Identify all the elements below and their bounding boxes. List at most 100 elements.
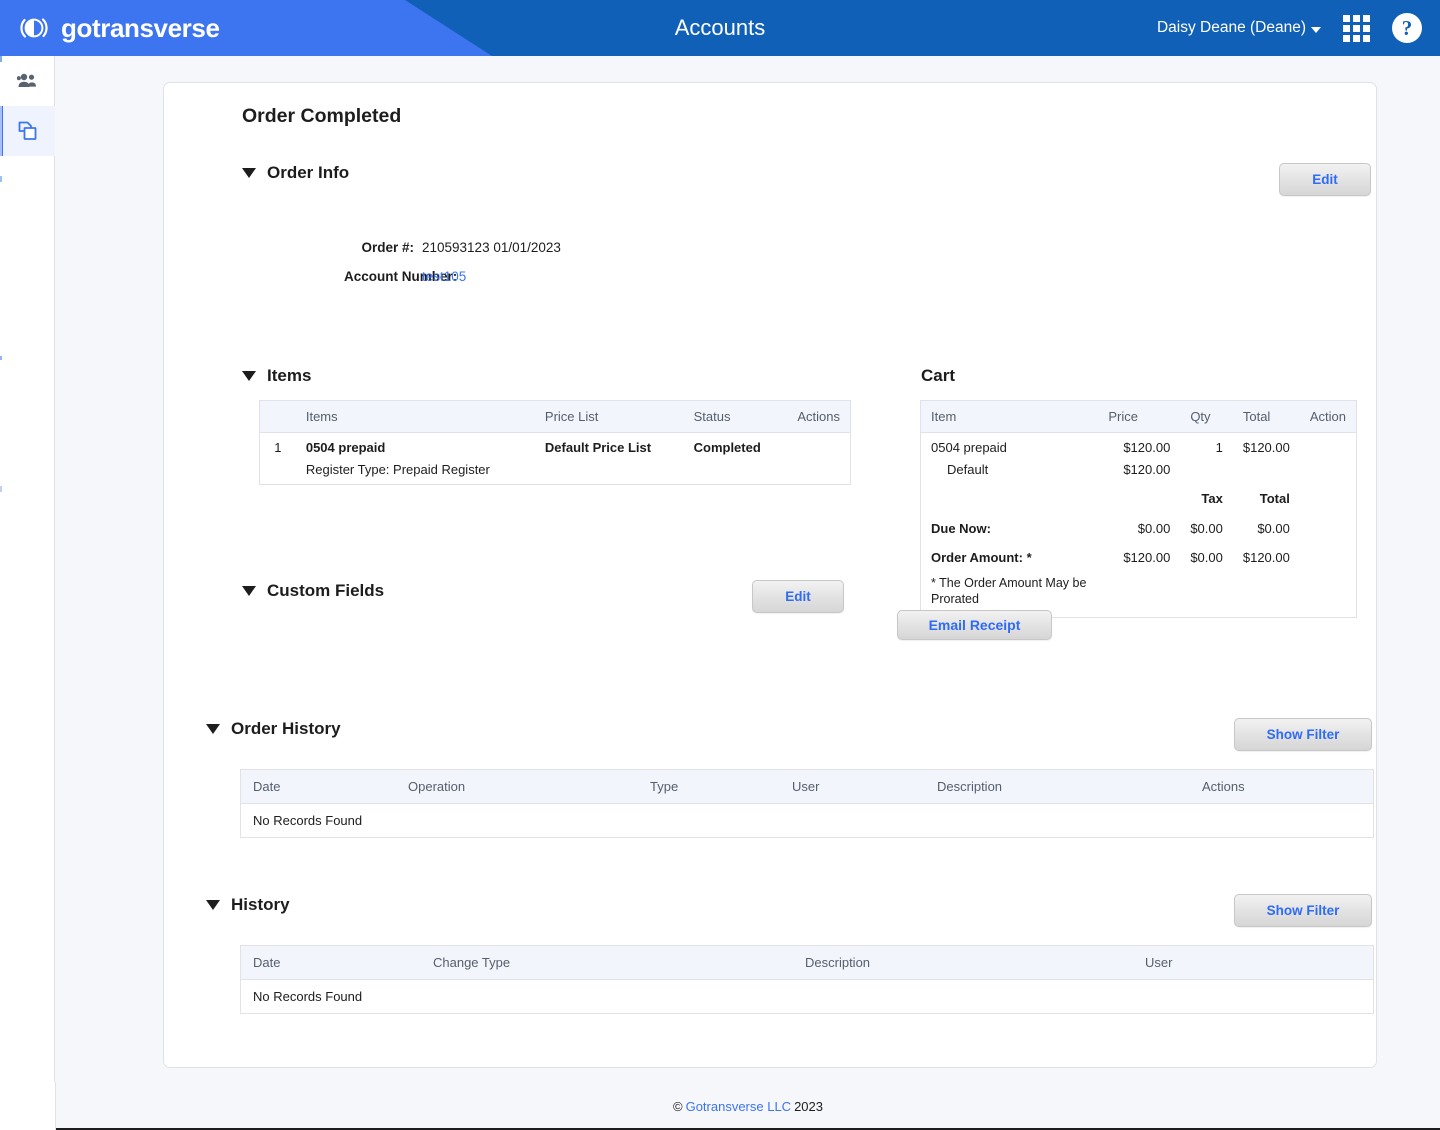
cart-summary-label: Order Amount: * <box>931 550 1032 565</box>
cart-summary-tax-header: Tax <box>1201 491 1223 506</box>
cart-row-price: $120.00 <box>1123 440 1171 455</box>
history-header-row: Date Change Type Description User <box>241 946 1373 980</box>
history-col-date: Date <box>241 946 421 980</box>
brand-logo[interactable]: gotransverse <box>18 8 220 48</box>
application-window: gotransverse Accounts Daisy Deane (Deane… <box>0 0 1440 1130</box>
order-history-table: Date Operation Type User Description Act… <box>240 769 1374 838</box>
items-row-price-list: Default Price List <box>544 440 652 455</box>
custom-fields-edit-button[interactable]: Edit <box>752 580 844 613</box>
order-history-empty-message: No Records Found <box>241 803 1373 837</box>
items-row-actions <box>787 433 850 463</box>
cart-row-qty <box>1180 462 1233 484</box>
items-table-header-row: Items Price List Status Actions <box>260 401 850 433</box>
order-history-col-operation: Operation <box>396 770 638 804</box>
left-sidebar: ⁄⁄ <box>0 56 55 1108</box>
cart-summary-tax: $0.00 <box>1190 550 1223 565</box>
account-number-field: Account Number:test105 <box>344 269 466 284</box>
account-number-label: Account Number: <box>344 269 458 284</box>
cart-row-price: $120.00 <box>1123 462 1171 477</box>
items-row-index: 1 <box>274 440 282 455</box>
cart-summary-amount: $0.00 <box>1137 521 1171 536</box>
order-info-title: Order Info <box>267 163 350 182</box>
order-history-section-header[interactable]: Order History <box>206 719 341 739</box>
cart-row-item: Default <box>947 462 989 477</box>
collapse-caret-icon[interactable] <box>242 168 256 178</box>
sidebar-item-orders[interactable] <box>0 106 55 156</box>
items-col-actions: Actions <box>787 401 850 433</box>
table-row-sub: Register Type: Prepaid Register <box>260 462 850 484</box>
page-content-area: Order Completed Order Info Edit Order #:… <box>56 56 1440 1130</box>
history-col-change-type: Change Type <box>421 946 793 980</box>
cart-col-item: Item <box>921 401 1099 433</box>
documents-copy-icon <box>18 121 36 140</box>
history-col-description: Description <box>793 946 1133 980</box>
collapse-caret-icon[interactable] <box>206 724 220 734</box>
top-header: gotransverse Accounts Daisy Deane (Deane… <box>0 0 1440 56</box>
email-receipt-button[interactable]: Email Receipt <box>897 610 1052 640</box>
cart-summary-label: Due Now: <box>931 521 991 536</box>
sidebar-item-accounts[interactable] <box>0 56 55 106</box>
items-table: Items Price List Status Actions 1 0504 p… <box>259 400 851 485</box>
custom-fields-section-header[interactable]: Custom Fields <box>242 581 384 601</box>
order-history-title: Order History <box>231 719 341 738</box>
cart-row-qty: 1 <box>1215 440 1223 455</box>
order-number-value: 210593123 01/01/2023 <box>422 240 561 255</box>
order-history-header-row: Date Operation Type User Description Act… <box>241 770 1373 804</box>
order-history-col-description: Description <box>925 770 1190 804</box>
cart-table-header-row: Item Price Qty Total Action <box>921 401 1356 433</box>
window-left-edge-artifact <box>0 56 2 1108</box>
order-history-col-user: User <box>780 770 925 804</box>
chevron-down-icon <box>1311 26 1321 33</box>
collapse-caret-icon[interactable] <box>242 586 256 596</box>
history-table: Date Change Type Description User No Rec… <box>240 945 1374 1014</box>
collapse-caret-icon[interactable] <box>242 371 256 381</box>
cart-section-header: Cart <box>921 366 955 386</box>
order-number-field: Order #: 210593123 01/01/2023 <box>344 240 561 255</box>
people-icon <box>16 73 36 87</box>
account-number-link[interactable]: test105 <box>422 269 466 284</box>
user-name-label: Daisy Deane (Deane) <box>1156 19 1306 36</box>
table-row: Default $120.00 <box>921 462 1356 484</box>
cart-row-action <box>1300 433 1356 463</box>
cart-col-action: Action <box>1299 401 1356 433</box>
cart-summary-row-order-amount: Order Amount: * $120.00 $0.00 $120.00 <box>921 543 1356 572</box>
history-title: History <box>231 895 290 914</box>
table-row: 1 0504 prepaid Default Price List Comple… <box>260 433 850 463</box>
table-row: 0504 prepaid $120.00 1 $120.00 <box>921 433 1356 463</box>
items-row-item: 0504 prepaid <box>305 440 386 455</box>
footer: © Gotransverse LLC 2023 <box>56 1082 1440 1130</box>
footer-company-link[interactable]: Gotransverse LLC <box>686 1099 792 1114</box>
order-info-edit-button[interactable]: Edit <box>1279 163 1371 196</box>
header-actions: Daisy Deane (Deane) ? <box>1157 0 1422 56</box>
cart-summary-amount: $120.00 <box>1123 550 1171 565</box>
cart-summary-total-header: Total <box>1259 491 1290 506</box>
cart-title: Cart <box>921 366 956 385</box>
cart-col-price: Price <box>1098 401 1181 433</box>
items-section-header[interactable]: Items <box>242 366 311 386</box>
order-history-col-type: Type <box>638 770 780 804</box>
items-row-subtext: Register Type: Prepaid Register <box>305 462 490 477</box>
history-show-filter-button[interactable]: Show Filter <box>1234 894 1372 927</box>
history-empty-message: No Records Found <box>241 979 1373 1013</box>
help-icon[interactable]: ? <box>1392 13 1422 43</box>
user-menu[interactable]: Daisy Deane (Deane) <box>1157 19 1321 37</box>
order-history-show-filter-button[interactable]: Show Filter <box>1234 718 1372 751</box>
gotransverse-logo-icon <box>20 18 48 38</box>
items-col-price-list: Price List <box>534 401 684 433</box>
copyright-symbol: © <box>672 1098 683 1114</box>
cart-table: Item Price Qty Total Action 0504 prepaid… <box>920 400 1357 619</box>
history-col-user: User <box>1133 946 1373 980</box>
brand-name: gotransverse <box>61 12 220 43</box>
items-title: Items <box>267 366 312 385</box>
cart-proration-note: * The Order Amount May be Prorated <box>931 576 1087 606</box>
order-info-section-header[interactable]: Order Info <box>242 163 349 183</box>
order-history-empty-row: No Records Found <box>241 803 1373 837</box>
order-number-label: Order #: <box>361 240 414 255</box>
apps-grid-icon[interactable] <box>1343 14 1370 42</box>
page-title: Order Completed <box>242 105 402 127</box>
cart-row-action <box>1300 462 1356 484</box>
cart-col-total: Total <box>1232 401 1300 433</box>
history-section-header[interactable]: History <box>206 895 290 915</box>
cart-col-qty: Qty <box>1180 401 1233 433</box>
collapse-caret-icon[interactable] <box>206 900 220 910</box>
